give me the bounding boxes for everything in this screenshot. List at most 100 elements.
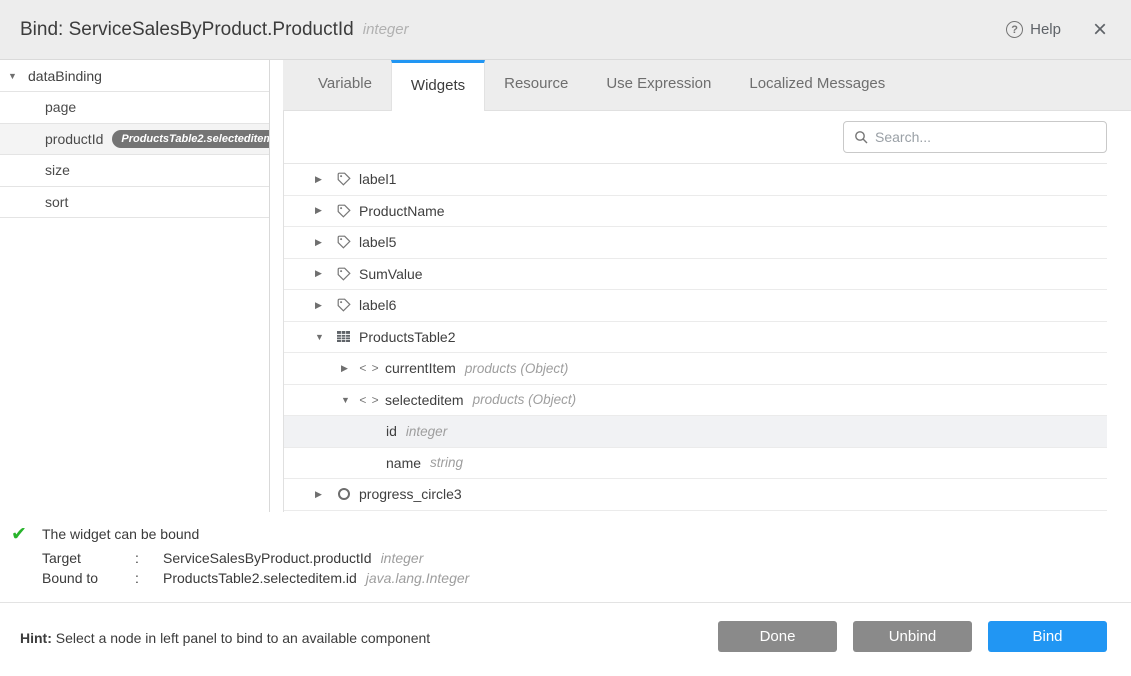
binding-tree-panel: ▼ dataBinding page productId ProductsTab… [0,60,270,512]
sidebar-item-productid[interactable]: productId ProductsTable2.selecteditem.id [0,124,269,156]
sidebar-item-sort[interactable]: sort [0,187,269,219]
colon: : [135,550,163,566]
dialog-title: Bind: ServiceSalesByProduct.ProductId [20,19,354,41]
chevron-right-icon[interactable]: ▶ [315,237,328,248]
tree-row-type: integer [406,424,447,439]
tree-row-id[interactable]: id integer [284,416,1107,448]
tag-icon [335,234,352,250]
main-content: Variable Widgets Resource Use Expression… [283,60,1131,512]
tree-row-selecteditem[interactable]: ▼ < > selecteditem products (Object) [284,385,1107,417]
binding-badge: ProductsTable2.selecteditem.id [112,130,269,148]
tree-row-type: string [430,455,463,470]
hint-text: Hint: Select a node in left panel to bin… [20,630,430,646]
unbind-button[interactable]: Unbind [853,621,972,652]
hint-label: Hint: [20,630,52,646]
tab-use-expression[interactable]: Use Expression [587,60,730,110]
circle-icon [335,487,352,501]
done-button[interactable]: Done [718,621,837,652]
tab-label: Widgets [411,77,465,94]
search-box[interactable] [843,121,1107,153]
target-label: Target [42,550,135,566]
bind-button[interactable]: Bind [988,621,1107,652]
object-icon: < > [361,393,378,407]
tree-row-type: products (Object) [473,392,577,407]
tree-row-productstable2[interactable]: ▼ ProductsTable2 [284,322,1107,354]
search-row [284,111,1131,163]
tree-row-label: currentItem [385,360,456,376]
tree-row-sumvalue[interactable]: ▶ SumValue [284,259,1107,291]
tree-row-productname[interactable]: ▶ ProductName [284,196,1107,228]
sidebar-item-label: size [45,162,70,178]
tag-icon [335,203,352,219]
tree-row-label: label6 [359,297,396,313]
chevron-right-icon[interactable]: ▶ [315,300,328,311]
tree-row-label: label5 [359,234,396,250]
tab-label: Localized Messages [749,75,885,92]
status-target-row: Target : ServiceSalesByProduct.productId… [42,548,469,568]
tree-row-name[interactable]: name string [284,448,1107,480]
search-input[interactable] [875,129,1096,145]
check-icon: ✔ [11,523,27,546]
tab-widgets[interactable]: Widgets [391,60,485,111]
boundto-label: Bound to [42,570,135,586]
tree-row-label1[interactable]: ▶ label1 [284,164,1107,196]
tree-row-label: name [386,455,421,471]
dialog-title-type: integer [363,21,409,38]
target-value: ServiceSalesByProduct.productId [163,550,372,566]
tag-icon [335,171,352,187]
chevron-right-icon[interactable]: ▶ [315,174,328,185]
tree-row-label: selecteditem [385,392,464,408]
help-button[interactable]: ? Help [1006,21,1061,38]
tab-label: Variable [318,75,372,92]
chevron-right-icon[interactable]: ▶ [341,363,354,374]
tag-icon [335,266,352,282]
sidebar-item-databinding[interactable]: ▼ dataBinding [0,60,269,92]
help-icon: ? [1006,21,1023,38]
sidebar-item-size[interactable]: size [0,155,269,187]
sidebar-item-label: dataBinding [28,68,102,84]
close-icon[interactable]: × [1093,20,1107,40]
widget-tree: ▶ label1 ▶ ProductName ▶ label5 [284,163,1107,511]
tab-label: Resource [504,75,568,92]
status-message: The widget can be bound [42,526,469,542]
boundto-type: java.lang.Integer [366,570,470,586]
chevron-right-icon[interactable]: ▶ [315,205,328,216]
tree-row-label: ProductName [359,203,445,219]
sidebar-item-label: page [45,99,76,115]
table-icon [335,329,352,344]
help-label: Help [1030,21,1061,38]
sidebar-item-label: productId [45,131,103,147]
target-type: integer [381,550,424,566]
chevron-right-icon[interactable]: ▶ [315,489,328,500]
tab-label: Use Expression [606,75,711,92]
chevron-down-icon[interactable]: ▼ [341,395,354,405]
chevron-down-icon[interactable]: ▼ [8,71,20,81]
object-icon: < > [361,361,378,375]
tree-row-currentitem[interactable]: ▶ < > currentItem products (Object) [284,353,1107,385]
boundto-value: ProductsTable2.selecteditem.id [163,570,357,586]
sidebar-item-page[interactable]: page [0,92,269,124]
tree-row-label: id [386,423,397,439]
tree-row-label: ProductsTable2 [359,329,456,345]
tree-row-progress-circle3[interactable]: ▶ progress_circle3 [284,479,1107,511]
tree-row-label5[interactable]: ▶ label5 [284,227,1107,259]
status-boundto-row: Bound to : ProductsTable2.selecteditem.i… [42,568,469,588]
tree-row-label: progress_circle3 [359,486,462,502]
tab-localized-messages[interactable]: Localized Messages [730,60,904,110]
tree-row-label6[interactable]: ▶ label6 [284,290,1107,322]
colon: : [135,570,163,586]
tree-row-label: SumValue [359,266,423,282]
search-icon [854,130,868,144]
binding-status: ✔ The widget can be bound Target : Servi… [0,512,1131,602]
tree-row-type: products (Object) [465,361,569,376]
tab-variable[interactable]: Variable [299,60,391,110]
widgets-panel: ▶ label1 ▶ ProductName ▶ label5 [283,110,1131,512]
tab-bar: Variable Widgets Resource Use Expression… [283,60,1131,110]
tab-resource[interactable]: Resource [485,60,587,110]
dialog-header: Bind: ServiceSalesByProduct.ProductId in… [0,0,1131,60]
dialog-footer: Hint: Select a node in left panel to bin… [0,602,1131,676]
sidebar-item-label: sort [45,194,68,210]
tree-row-label: label1 [359,171,396,187]
chevron-down-icon[interactable]: ▼ [315,332,328,342]
chevron-right-icon[interactable]: ▶ [315,268,328,279]
